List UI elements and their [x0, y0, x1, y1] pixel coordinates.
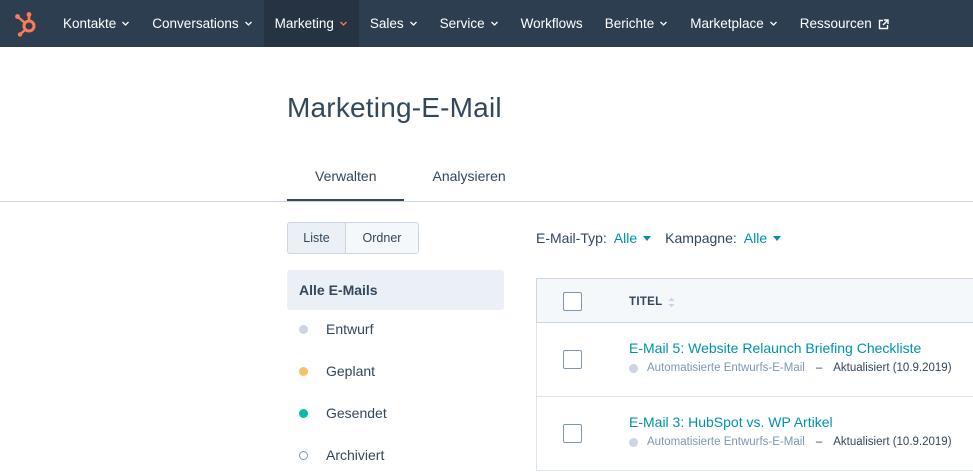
top-navigation: Kontakte Conversations Marketing Sales S… [0, 0, 973, 47]
row-checkbox[interactable] [563, 424, 582, 443]
hubspot-sprocket-icon[interactable] [0, 0, 52, 47]
nav-label: Workflows [520, 16, 583, 31]
caret-down-icon [643, 235, 652, 241]
sidebar-item-label: Gesendet [326, 405, 387, 421]
sidebar-item-gesendet[interactable]: Gesendet [299, 405, 387, 421]
sidebar-item-label: Archiviert [326, 447, 385, 463]
nav-label: Marketplace [690, 16, 764, 31]
status-dot-icon [299, 324, 308, 334]
sidebar-item-label: Entwurf [326, 321, 374, 337]
page-title: Marketing-E-Mail [287, 92, 502, 123]
sidebar-item-entwurf[interactable]: Entwurf [299, 321, 373, 337]
sidebar-item-label: Alle E-Mails [299, 282, 378, 298]
status-dot-icon [629, 437, 638, 447]
nav-item-berichte[interactable]: Berichte [594, 0, 680, 47]
sidebar-item-label: Geplant [326, 363, 376, 379]
email-meta: Automatisierte Entwurfs-E-Mail – Aktuali… [629, 436, 952, 448]
nav-label: Kontakte [63, 16, 117, 31]
email-type-filter-label: E-Mail-Typ: [536, 230, 607, 246]
campaign-filter-label: Kampagne: [665, 230, 737, 246]
campaign-filter-dropdown[interactable]: Alle [743, 230, 782, 246]
sidebar-item-archiviert[interactable]: Archiviert [299, 447, 384, 463]
caret-down-icon [773, 235, 782, 241]
email-meta: Automatisierte Entwurfs-E-Mail – Aktuali… [629, 362, 952, 374]
chevron-down-icon [769, 19, 778, 28]
nav-item-sales[interactable]: Sales [359, 0, 429, 47]
tab-verwalten[interactable]: Verwalten [287, 164, 405, 202]
email-updated: Aktualisiert (10.9.2019) [833, 362, 952, 374]
nav-label: Marketing [274, 16, 334, 31]
sort-icon [668, 297, 675, 308]
nav-label: Conversations [152, 16, 239, 31]
nav-label: Berichte [604, 16, 655, 31]
nav-label: Ressourcen [799, 16, 872, 31]
chevron-down-icon [121, 19, 130, 28]
nav-item-marketplace[interactable]: Marketplace [679, 0, 789, 47]
status-dot-icon [299, 366, 308, 376]
chevron-down-icon [339, 19, 348, 28]
view-toggle: Liste Ordner [287, 222, 419, 254]
nav-label: Sales [369, 16, 404, 31]
nav-item-kontakte[interactable]: Kontakte [52, 0, 141, 47]
status-dot-icon [629, 363, 638, 373]
nav-item-workflows[interactable]: Workflows [510, 0, 594, 47]
nav-label: Service [439, 16, 485, 31]
external-link-icon [878, 18, 889, 30]
nav-item-conversations[interactable]: Conversations [141, 0, 263, 47]
chevron-down-icon [490, 19, 499, 28]
filter-bar: E-Mail-Typ: Alle Kampagne: Alle [536, 230, 782, 246]
sidebar-item-geplant[interactable]: Geplant [299, 363, 375, 379]
chevron-down-icon [409, 19, 418, 28]
email-type-filter-value: Alle [613, 230, 638, 246]
email-updated: Aktualisiert (10.9.2019) [833, 436, 952, 448]
select-all-checkbox[interactable] [563, 292, 582, 311]
email-table: TITEL E-Mail 5: Website Relaunch Briefin… [536, 278, 973, 471]
tab-bar: Verwalten Analysieren [287, 164, 534, 202]
campaign-filter-value: Alle [743, 230, 768, 246]
column-header-title[interactable]: TITEL [629, 296, 675, 308]
nav-item-service[interactable]: Service [429, 0, 510, 47]
chevron-down-icon [244, 19, 253, 28]
row-checkbox[interactable] [563, 350, 582, 369]
status-dot-icon [299, 450, 308, 460]
column-header-label: TITEL [629, 296, 663, 308]
nav-item-ressourcen[interactable]: Ressourcen [789, 0, 900, 47]
folder-view-button[interactable]: Ordner [346, 223, 418, 253]
tab-analysieren[interactable]: Analysieren [404, 164, 533, 202]
tab-divider [0, 201, 973, 202]
email-title-link[interactable]: E-Mail 5: Website Relaunch Briefing Chec… [629, 340, 921, 356]
email-title-link[interactable]: E-Mail 3: HubSpot vs. WP Artikel [629, 414, 833, 430]
email-type: Automatisierte Entwurfs-E-Mail [647, 362, 805, 374]
meta-separator: – [815, 436, 823, 448]
email-type-filter-dropdown[interactable]: Alle [613, 230, 652, 246]
table-header: TITEL [536, 278, 973, 323]
chevron-down-icon [659, 19, 668, 28]
table-row: E-Mail 5: Website Relaunch Briefing Chec… [536, 323, 973, 397]
table-row: E-Mail 3: HubSpot vs. WP Artikel Automat… [536, 397, 973, 471]
list-view-button[interactable]: Liste [288, 223, 346, 253]
nav-item-marketing[interactable]: Marketing [263, 0, 359, 47]
meta-separator: – [815, 362, 823, 374]
status-dot-icon [299, 408, 308, 418]
email-type: Automatisierte Entwurfs-E-Mail [647, 436, 805, 448]
